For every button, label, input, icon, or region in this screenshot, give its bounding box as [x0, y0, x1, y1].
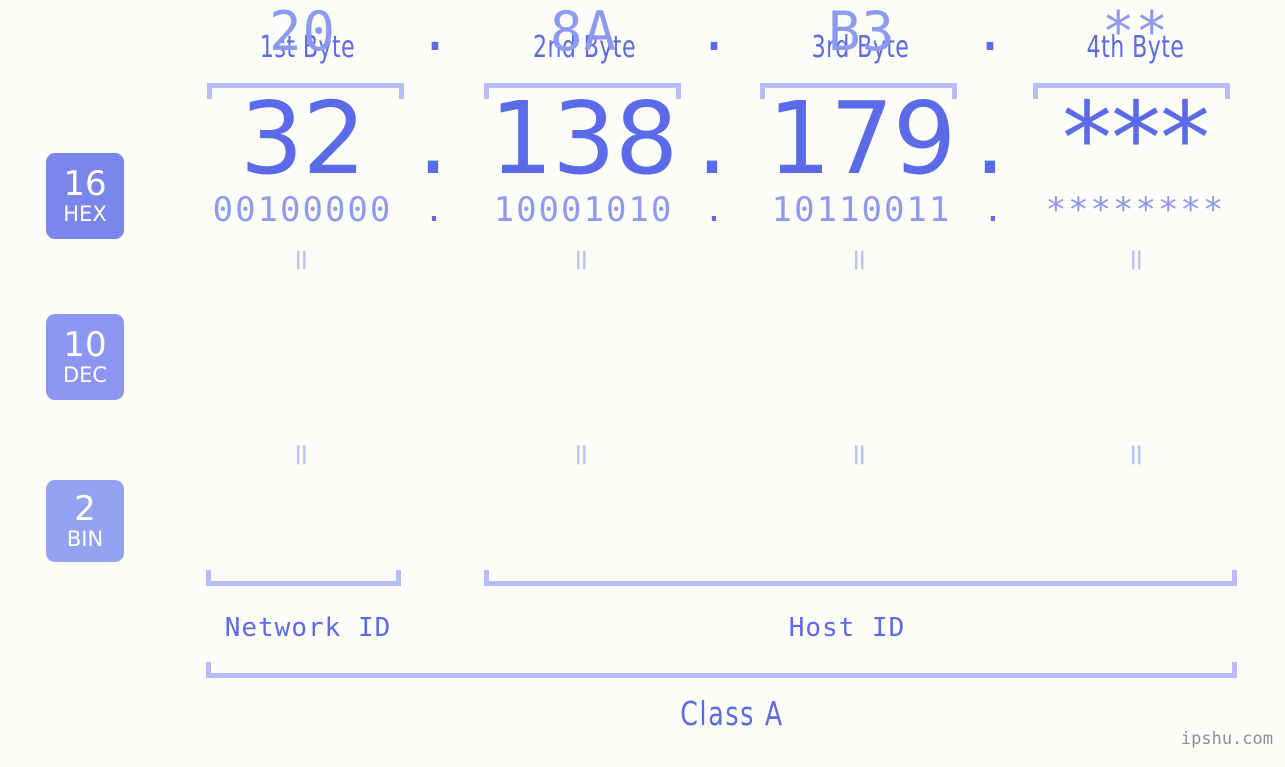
host-id-label: Host ID — [788, 613, 906, 643]
hex-value-row: 20 . 8A . B3 . ** — [0, 0, 1285, 80]
network-id-label: Network ID — [224, 613, 392, 643]
class-label: Class A — [680, 694, 784, 733]
site-watermark: ipshu.com — [1180, 729, 1273, 749]
host-id-bracket — [484, 570, 1237, 586]
base-badge-dec-number: 10 — [63, 325, 107, 365]
equals-connector-hex-dec-3: = — [842, 247, 877, 273]
dec-value-row: 32 . 138 . 179 . *** — [0, 80, 1285, 197]
network-id-bracket — [206, 570, 401, 586]
equals-connector-hex-dec-2: = — [564, 247, 599, 273]
dec-byte-4: *** — [1062, 80, 1210, 197]
equals-connector-dec-bin-2: = — [564, 442, 599, 468]
equals-connector-hex-dec-4: = — [1119, 247, 1154, 273]
bin-byte-4: ******** — [1045, 190, 1226, 230]
base-badge-hex-name: HEX — [63, 202, 107, 226]
base-badge-bin: 2 BIN — [46, 480, 124, 562]
hex-byte-4: ** — [1101, 0, 1170, 63]
equals-connector-dec-bin-1: = — [284, 442, 319, 468]
bin-value-row: 00100000 . 10001010 . 10110011 . *******… — [0, 190, 1285, 250]
equals-connector-hex-dec-1: = — [284, 247, 319, 273]
class-bracket — [206, 662, 1237, 678]
equals-connector-dec-bin-4: = — [1119, 442, 1154, 468]
base-badge-hex-number: 16 — [63, 164, 107, 204]
base-badge-hex: 16 HEX — [46, 153, 124, 239]
ip-byte-diagram: 1st Byte 2nd Byte 3rd Byte 4th Byte 16 H… — [0, 0, 1285, 767]
base-badge-dec-name: DEC — [62, 363, 108, 387]
base-badge-dec: 10 DEC — [46, 314, 124, 400]
base-badge-bin-name: BIN — [66, 527, 104, 551]
base-badge-bin-number: 2 — [74, 489, 96, 529]
equals-connector-dec-bin-3: = — [842, 442, 877, 468]
